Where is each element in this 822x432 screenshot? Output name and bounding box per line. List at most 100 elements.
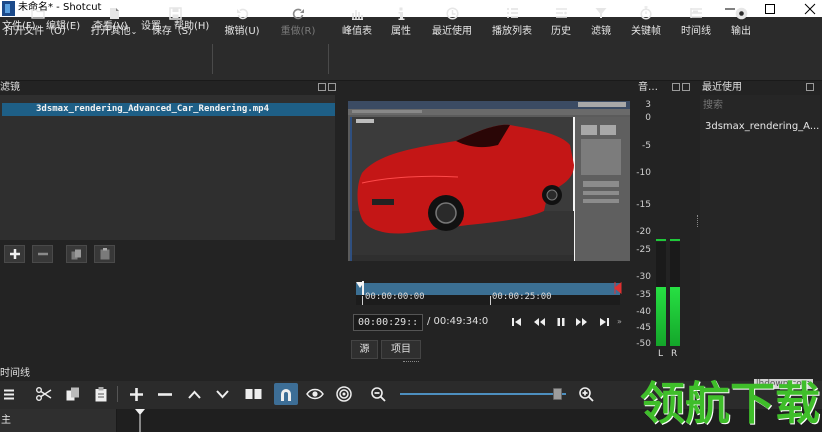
float-panel-icon[interactable] [672,83,680,91]
recent-panel-title: 最近使用 [702,82,742,93]
lift-button[interactable] [185,383,203,405]
meter-scale-label: -25 [636,245,651,255]
hamburger-icon [4,389,14,399]
zoom-slider-thumb[interactable] [552,388,562,400]
timeline-button[interactable]: 时间线 [676,4,716,44]
meter-scale-label: -45 [636,323,651,333]
properties-button[interactable]: 属性 [386,4,416,44]
keyframes-button[interactable]: 关键帧 [626,4,666,44]
left-peak-indicator [656,239,666,241]
rewind-icon[interactable] [533,317,545,327]
scissors-icon [36,387,52,401]
timeline-icon [689,4,703,22]
toolbar-separator [212,44,213,74]
toolbar-separator [328,44,329,74]
magnet-icon [281,388,291,401]
plus-icon [129,387,143,401]
close-button[interactable] [790,0,822,17]
recent-item[interactable]: 3dsmax_rendering_A... [705,121,819,132]
position-timecode-input[interactable]: 00:00:29:: [353,314,423,331]
remove-filter-button[interactable] [32,245,53,263]
ripple-button[interactable] [333,383,355,405]
redo-button[interactable]: 重做(R) [276,4,320,44]
track-name: 主 [1,415,11,426]
ruler-tick [362,296,363,305]
redo-label: 重做(R) [280,26,316,37]
zoom-in-button[interactable] [576,383,596,405]
undo-label: 撤销(U) [224,26,260,37]
peak-meter-button[interactable]: 峰值表 [338,4,376,44]
meter-scale-label: -15 [636,200,651,210]
playlist-label: 播放列表 [492,26,532,37]
track-header[interactable]: 主 [0,409,117,432]
float-panel-icon[interactable] [318,83,326,91]
playhead-marker[interactable] [356,282,364,292]
filter-funnel-icon [595,4,607,22]
toolbar-separator [117,386,118,402]
add-filter-button[interactable] [4,245,25,263]
right-peak-indicator [670,239,680,241]
remove-button[interactable] [155,383,175,405]
timeline-menu-button[interactable] [0,383,18,405]
history-button[interactable]: 历史 [546,4,576,44]
close-panel-icon[interactable] [682,83,690,91]
recent-button[interactable]: 最近使用 [428,4,476,44]
open-other-button[interactable]: 打开其他⌄ [82,4,146,44]
splitter-handle[interactable] [403,361,419,363]
overwrite-button[interactable] [213,383,231,405]
zoom-out-button[interactable] [368,383,388,405]
splitter-handle[interactable] [697,215,699,227]
snap-button[interactable] [274,383,298,405]
filter-list-item[interactable]: 3dsmax_rendering_Advanced_Car_Rendering.… [2,103,335,116]
list-icon [506,4,519,22]
eye-icon [306,388,324,400]
stopwatch-icon [640,4,652,22]
fast-forward-icon[interactable] [576,317,588,327]
history-label: 历史 [551,26,571,37]
tab-source[interactable]: 源 [351,340,378,359]
left-level-fill [656,286,666,346]
filters-button[interactable]: 滤镜 [586,4,616,44]
undo-button[interactable]: 撤销(U) [220,4,264,44]
open-file-button[interactable]: 打开文件（O） [0,4,76,44]
chevron-down-icon [215,389,229,398]
recent-search-input[interactable] [700,96,820,114]
target-icon [336,386,352,402]
float-panel-icon[interactable] [806,83,814,91]
zoom-slider[interactable] [400,388,566,400]
plus-icon [9,249,20,259]
save-label: 保存（S） [151,26,199,37]
out-point-marker[interactable] [614,282,622,294]
ruler-start-time: 00:00:00:00 [365,292,425,302]
maximize-button[interactable] [750,0,790,17]
skip-previous-icon[interactable] [512,317,522,327]
meter-scale-label: -5 [642,141,651,151]
cut-button[interactable] [34,383,54,405]
tab-project[interactable]: 项目 [381,340,421,359]
timeline-playhead[interactable] [135,409,145,432]
playlist-button[interactable]: 播放列表 [488,4,536,44]
pause-icon[interactable] [556,317,566,327]
info-icon [397,4,405,22]
split-button[interactable] [242,383,264,405]
save-icon [168,4,182,22]
meter-scale-label: -20 [636,227,651,237]
scrub-while-dragging-button[interactable] [304,383,326,405]
folder-icon [31,4,45,22]
export-button[interactable]: 输出 [726,4,756,44]
paste-filter-button[interactable] [94,245,115,263]
copy-filter-button[interactable] [66,245,87,263]
video-preview[interactable] [348,101,630,261]
skip-next-icon[interactable] [599,317,609,327]
copy-button[interactable] [64,383,82,405]
append-button[interactable] [127,383,145,405]
more-controls-icon[interactable]: » [617,317,622,326]
open-other-label: 打开其他 [90,26,131,37]
left-channel-label: L [658,349,664,359]
split-icon [245,389,261,399]
timeline-panel-title: 时间线 [0,368,30,379]
save-button[interactable]: 保存（S） [148,4,202,44]
zoom-out-icon [370,386,386,402]
close-panel-icon[interactable] [328,83,336,91]
paste-button[interactable] [92,383,110,405]
